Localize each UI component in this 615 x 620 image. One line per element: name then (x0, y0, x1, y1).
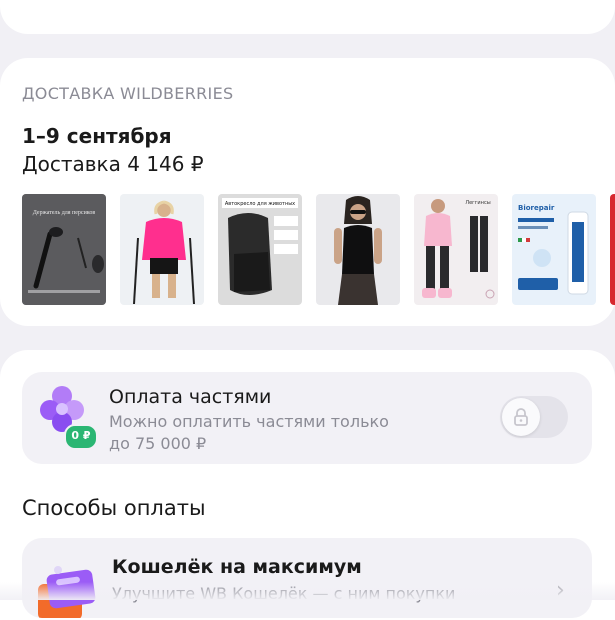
bottom-fade (0, 582, 615, 600)
product-black-top (316, 194, 400, 305)
product-toothpaste: Biorepair (512, 194, 596, 305)
product-text: Автокресло для животных (225, 201, 295, 207)
installments-row[interactable]: 0 ₽ Оплата частями Можно оплатить частям… (22, 372, 592, 464)
product-text: Леггинсы (465, 200, 490, 206)
payment-methods-title: Способы оплаты (22, 496, 206, 520)
previous-section-card: · · · (0, 0, 615, 34)
delivery-section-label: ДОСТАВКА WILDBERRIES (22, 84, 234, 103)
wallet-promo-row[interactable]: Кошелёк на максимум Улучшите WB Кошелёк … (22, 538, 592, 618)
product-thumbnail[interactable]: Держатель для персиков (22, 194, 106, 305)
delivery-cost: Доставка 4 146 ₽ (22, 152, 204, 176)
product-thumbnail[interactable]: Леггинсы (414, 194, 498, 305)
product-text: Держатель для персиков (33, 210, 96, 216)
installments-limit: до 75 000 ₽ (109, 434, 207, 453)
product-thumbnail[interactable] (120, 194, 204, 305)
product-leggings: Леггинсы (414, 194, 498, 305)
previous-section-peek: · · · (22, 0, 57, 11)
payment-card: 0 ₽ Оплата частями Можно оплатить частям… (0, 350, 615, 620)
product-thumbnail[interactable] (610, 194, 615, 305)
product-thumbnail[interactable] (316, 194, 400, 305)
product-text: Biorepair (518, 204, 555, 212)
installments-title: Оплата частями (109, 386, 272, 408)
product-thumbnail[interactable]: Автокресло для животных (218, 194, 302, 305)
delivery-card: ДОСТАВКА WILDBERRIES 1–9 сентября Достав… (0, 58, 615, 326)
zero-badge: 0 ₽ (64, 424, 98, 450)
product-pink-jacket (120, 194, 204, 305)
product-thumbnail[interactable]: Biorepair (512, 194, 596, 305)
wallet-title: Кошелёк на максимум (112, 556, 362, 578)
product-pet-car-seat: Автокресло для животных (218, 194, 302, 305)
toggle-knob (502, 398, 540, 436)
product-phone-holder: Держатель для персиков (22, 194, 106, 305)
product-partial-icon (610, 194, 615, 305)
lock-icon (514, 408, 528, 426)
zero-badge-label: 0 ₽ (71, 429, 91, 442)
installments-subtitle: Можно оплатить частями только (109, 412, 389, 431)
installments-toggle[interactable] (500, 396, 568, 438)
product-thumbnails[interactable]: Держатель для персиков Автокресло для жи… (22, 194, 615, 306)
delivery-date: 1–9 сентября (22, 124, 172, 148)
